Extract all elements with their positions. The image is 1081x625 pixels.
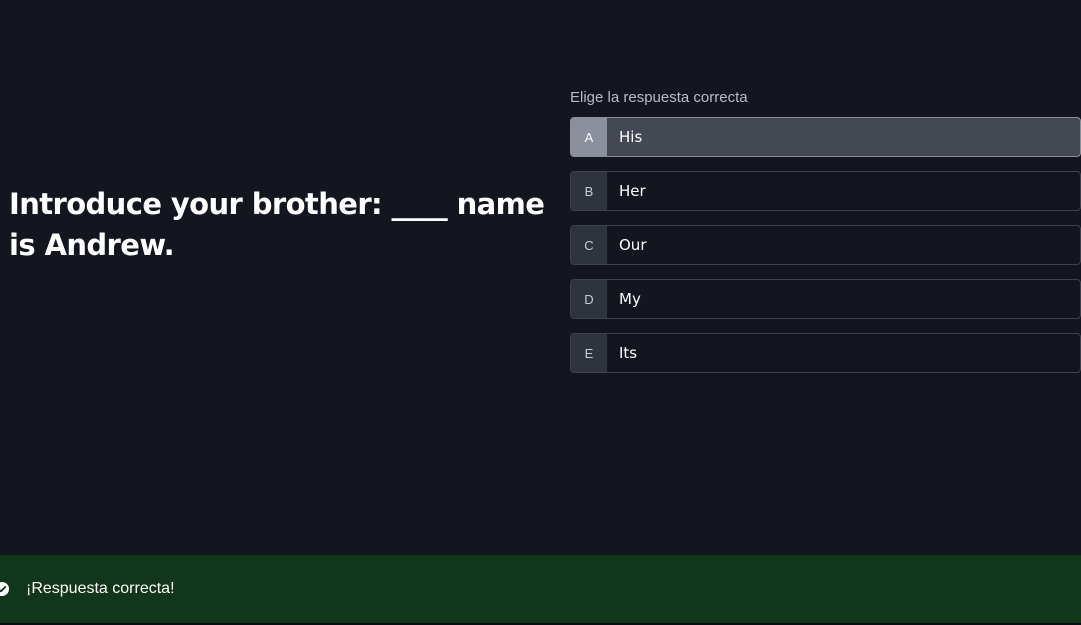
option-text: Its — [619, 344, 638, 362]
option-b[interactable]: B Her — [570, 171, 1081, 211]
option-key: E — [571, 334, 607, 372]
question-text: Introduce your brother: ____ name is And… — [9, 187, 545, 262]
feedback-message: ¡Respuesta correcta! — [26, 580, 175, 597]
option-a[interactable]: A His — [570, 117, 1081, 157]
exercise-page: Introduce your brother: ____ name is And… — [0, 0, 1081, 625]
check-circle-icon — [0, 582, 9, 596]
option-key: A — [571, 118, 607, 156]
option-text: Our — [619, 236, 647, 254]
option-text: Her — [619, 182, 646, 200]
option-key: D — [571, 280, 607, 318]
feedback-banner: ¡Respuesta correcta! — [0, 555, 1081, 623]
option-text: My — [619, 290, 641, 308]
option-text: His — [619, 128, 643, 146]
option-key: C — [571, 226, 607, 264]
option-e[interactable]: E Its — [570, 333, 1081, 373]
option-c[interactable]: C Our — [570, 225, 1081, 265]
instruction-label: Elige la respuesta correcta — [570, 89, 748, 106]
option-d[interactable]: D My — [570, 279, 1081, 319]
answer-options: A His B Her C Our D My E Its — [570, 117, 1081, 387]
option-key: B — [571, 172, 607, 210]
